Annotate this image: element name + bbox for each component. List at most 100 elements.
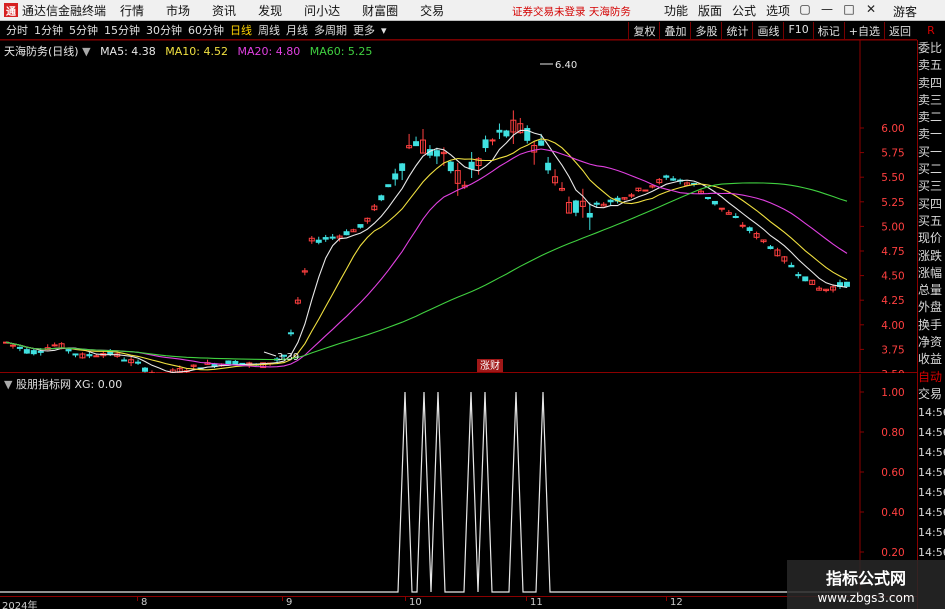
r-tag[interactable]: R	[917, 21, 945, 40]
menu-layout[interactable]: 版面	[698, 2, 722, 19]
tool-f10[interactable]: F10	[783, 22, 812, 40]
indicator-tick-label: 0.40	[881, 507, 904, 519]
guest-label[interactable]: 游客	[893, 3, 917, 20]
price-tick-label: 5.75	[881, 148, 904, 160]
menu-function[interactable]: 功能	[664, 2, 688, 19]
toggle-icon[interactable]: ▼	[82, 45, 90, 58]
candle-body	[65, 349, 72, 352]
menu-quotes[interactable]: 行情	[120, 2, 144, 19]
candlestick-chart[interactable]: 6.00 5.75 5.50 5.25 5.00 4.75 4.50 4.25 4.00 3.75…	[0, 40, 917, 373]
menu-wealth[interactable]: 财富圈	[362, 2, 398, 19]
period-15min[interactable]: 15分钟	[104, 22, 140, 38]
candle-body	[287, 332, 294, 335]
date-label: 2024年	[2, 601, 38, 609]
candle-body	[135, 361, 142, 364]
tool-multi-stock[interactable]: 多股	[690, 22, 721, 40]
side-label-change-pct: 涨幅	[918, 265, 943, 280]
candle-body	[482, 139, 489, 149]
date-axis: 2024年 8 9 10 11 12	[0, 596, 917, 609]
candle-body	[322, 237, 329, 240]
side-label-change: 涨跌	[918, 248, 943, 263]
maximize-icon[interactable]: □	[841, 2, 857, 18]
tick-time: 14:56	[918, 486, 945, 500]
quote-side-panel: 委比 卖五 卖四 卖三 卖二 卖一 买一 买二 买三 买四 买五 现价 涨跌 涨…	[917, 40, 945, 609]
menu-news[interactable]: 资讯	[212, 2, 236, 19]
period-more[interactable]: 更多	[353, 22, 375, 38]
stock-info: 天海防务(日线) ▼ MA5: 4.38 MA10: 4.52 MA20: 4.…	[4, 43, 372, 59]
candle-body	[795, 274, 802, 277]
menu-options[interactable]: 选项	[766, 2, 790, 19]
candle-body	[51, 344, 58, 347]
side-label-buy4: 买四	[918, 196, 943, 211]
candle-body	[392, 173, 399, 180]
menu-market[interactable]: 市场	[166, 2, 190, 19]
tool-add-watchlist[interactable]: +自选	[843, 22, 884, 40]
minimize-icon[interactable]: —	[819, 2, 835, 18]
candle-body	[663, 175, 670, 178]
period-60min[interactable]: 60分钟	[188, 22, 224, 38]
side-label-earnings: 收益	[918, 352, 943, 367]
right-toolbar: 复权 叠加 多股 统计 画线 F10 标记 +自选 返回	[628, 22, 915, 40]
watermark-url: www.zbgs3.com	[817, 591, 915, 605]
period-30min[interactable]: 30分钟	[146, 22, 182, 38]
side-label-sell4: 卖四	[918, 75, 943, 90]
ma5-line	[5, 129, 848, 373]
period-multi[interactable]: 多周期	[314, 22, 347, 38]
indicator-toggle-icon[interactable]: ▼	[4, 378, 12, 391]
trade-label[interactable]: 交易	[918, 386, 945, 403]
candle-body	[788, 264, 795, 268]
event-tag[interactable]: 涨财	[480, 359, 500, 372]
candle-body	[732, 215, 739, 218]
candle-body	[468, 161, 475, 170]
menu-ask[interactable]: 问小达	[304, 2, 340, 19]
high-price-label: 6.40	[555, 60, 577, 71]
candle-body	[315, 239, 322, 243]
right-menu: 功能 版面 公式 选项	[664, 2, 800, 19]
indicator-tick-label: 0.80	[881, 427, 904, 439]
ma20-line	[5, 148, 848, 368]
period-daily[interactable]: 日线	[230, 22, 252, 38]
tool-draw[interactable]: 画线	[752, 22, 783, 40]
title-bar: 通 通达信金融终端 行情 市场 资讯 发现 问小达 财富圈 交易 证券交易未登录…	[0, 0, 945, 21]
tool-adjust[interactable]: 复权	[628, 22, 659, 40]
close-icon[interactable]: ✕	[863, 2, 879, 18]
price-tick-label: 3.50	[881, 369, 904, 373]
ma60-label: MA60: 5.25	[309, 45, 373, 58]
ma10-label: MA10: 4.52	[165, 45, 228, 58]
side-label-outer: 外盘	[918, 300, 943, 315]
menu-formula[interactable]: 公式	[732, 2, 756, 19]
candle-body	[93, 355, 100, 358]
period-monthly[interactable]: 月线	[286, 22, 308, 38]
candle-body	[538, 140, 545, 146]
ma10-line	[5, 138, 848, 371]
candle-body	[343, 231, 350, 236]
date-label: 8	[141, 597, 148, 608]
menu-trade[interactable]: 交易	[420, 2, 444, 19]
candle-body	[142, 367, 148, 372]
price-tick-label: 4.25	[881, 295, 904, 307]
candle-body	[843, 281, 850, 287]
side-label-sell3: 卖三	[918, 92, 943, 107]
indicator-panel[interactable]: 1.00 0.80 0.60 0.40 0.20 ▼ 股朋指标网 XG: 0.00	[0, 374, 917, 596]
skin-icon[interactable]: ▢	[797, 2, 813, 18]
candle-body	[739, 224, 746, 227]
date-tick	[282, 597, 283, 601]
tool-back[interactable]: 返回	[884, 22, 915, 40]
auto-trade-label[interactable]: 自动	[918, 369, 945, 386]
tool-mark[interactable]: 标记	[812, 22, 844, 40]
tool-statistics[interactable]: 统计	[721, 22, 752, 40]
candle-body	[718, 207, 725, 210]
tick-time: 14:56	[918, 446, 945, 460]
period-5min[interactable]: 5分钟	[69, 22, 98, 38]
more-dropdown-icon[interactable]: ▾	[381, 24, 387, 37]
candle-body	[593, 202, 600, 205]
period-weekly[interactable]: 周线	[258, 22, 280, 38]
period-1min[interactable]: 1分钟	[34, 22, 63, 38]
price-tick-label: 6.00	[881, 123, 904, 135]
period-tick[interactable]: 分时	[6, 22, 28, 38]
low-price-marker	[263, 351, 277, 357]
tool-overlay[interactable]: 叠加	[659, 22, 690, 40]
candle-body	[447, 161, 454, 172]
tick-time: 14:56	[918, 506, 945, 520]
menu-discover[interactable]: 发现	[258, 2, 282, 19]
